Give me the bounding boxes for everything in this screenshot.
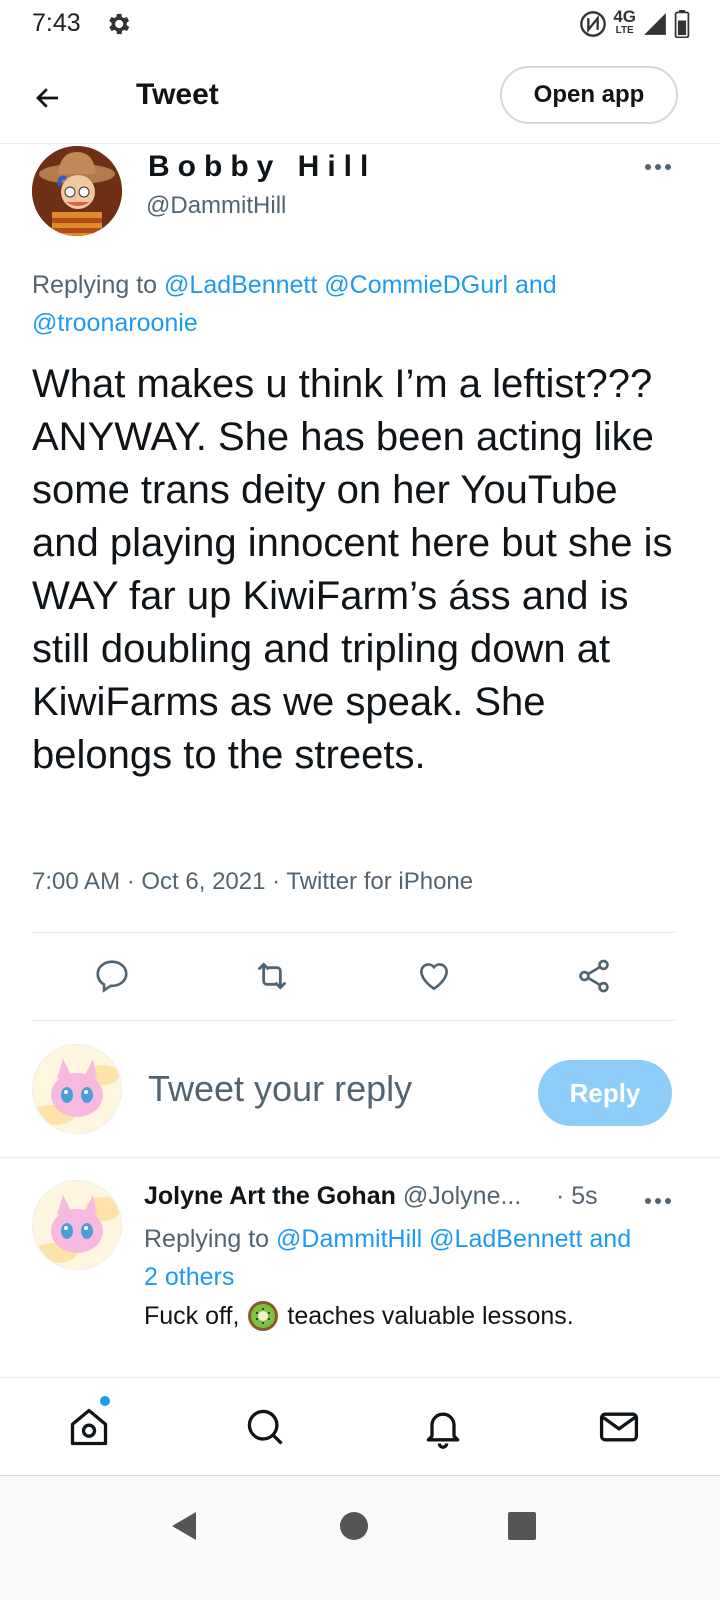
more-options-icon[interactable] [640,1186,676,1216]
status-bar: 7:43 4G LTE [0,0,720,48]
mail-icon [599,1412,639,1442]
mew-avatar-image [33,1045,121,1133]
retweet-action-button[interactable] [250,954,294,998]
tweet-timestamp[interactable]: 7:00 AM · Oct 6, 2021 · Twitter for iPho… [32,868,473,896]
back-triangle-icon[interactable] [164,1506,204,1546]
tweet-text: What makes u think I’m a leftist??? ANYW… [32,362,673,777]
mention-and: and [508,271,557,299]
home-circle-icon[interactable] [334,1506,374,1546]
battery-icon [674,10,690,38]
reply-action-button[interactable] [90,954,134,998]
reply-text-after: teaches valuable lessons. [287,1301,574,1330]
nav-notifications[interactable] [418,1402,468,1452]
my-avatar[interactable] [32,1044,122,1134]
divider [32,932,676,933]
author-handle[interactable]: @DammitHill [146,192,286,220]
gear-icon [109,13,130,35]
reply-author-name[interactable]: Jolyne Art the Gohan [144,1182,396,1210]
status-time: 7:43 [32,9,81,37]
reply-replying-to: Replying to @DammitHill @LadBennett and 2… [144,1220,684,1296]
bottom-navigation [0,1378,720,1476]
reply-header: Jolyne Art the Gohan @Jolyne... [144,1182,614,1211]
app-header: Tweet Open app [0,56,720,144]
bell-icon [426,1412,460,1449]
reply-text-before: Fuck off, [144,1301,240,1330]
nav-search[interactable] [240,1402,290,1452]
replying-to-label: Replying to [144,1225,277,1253]
reply-time: · 5s [556,1182,598,1210]
recents-square-icon[interactable] [502,1506,542,1546]
kiwi-emoji-icon [248,1301,279,1331]
reply-text: Fuck off, teaches valuable lessons. [144,1300,684,1332]
nfc-icon [580,11,607,37]
system-navigation [0,1476,720,1600]
network-sub-label: LTE [615,25,634,36]
author-name[interactable]: Bobby Hill [148,150,376,184]
cowboy-avatar-image [32,146,122,236]
replying-to-label: Replying to [32,271,165,299]
reply-author-avatar[interactable] [32,1180,122,1270]
reply-composer: Tweet your reply Reply [0,1020,720,1158]
mention-link[interactable]: @LadBennett [164,271,317,299]
status-icons: 4G LTE [579,8,690,40]
reply-tweet[interactable]: Jolyne Art the Gohan @Jolyne... · 5s Rep… [0,1160,720,1378]
reply-input[interactable]: Tweet your reply [148,1068,412,1110]
mention-link[interactable]: @troonaroonie [32,309,198,337]
search-icon [247,1409,283,1445]
open-app-button[interactable]: Open app [500,66,678,124]
reply-author-handle[interactable]: @Jolyne... [403,1182,521,1210]
reply-button[interactable]: Reply [538,1060,672,1126]
mention-and: and [582,1225,632,1253]
nav-messages[interactable] [594,1402,644,1452]
mention-link[interactable]: @CommieDGurl [324,271,508,299]
comment-icon [96,960,128,993]
reply-mentions[interactable]: @DammitHill @LadBennett [276,1225,582,1253]
more-options-icon[interactable] [640,152,676,182]
like-action-button[interactable] [412,954,456,998]
signal-icon [644,13,666,35]
share-action-button[interactable] [572,954,616,998]
home-icon [70,1408,108,1446]
back-button[interactable] [26,76,70,120]
tweet-actions [0,946,720,1008]
author-avatar[interactable] [32,146,122,236]
back-arrow-icon [36,88,58,108]
share-icon [579,959,609,993]
new-content-dot [100,1396,110,1406]
like-icon [419,963,449,991]
network-indicator: 4G LTE [613,8,636,38]
page-title: Tweet [136,78,219,111]
nav-home[interactable] [64,1402,114,1452]
replying-to: Replying to @LadBennett @CommieDGurl and… [32,266,672,342]
reply-others-link[interactable]: 2 others [144,1263,234,1291]
retweet-icon [257,962,287,990]
mew-avatar-image [33,1181,121,1269]
